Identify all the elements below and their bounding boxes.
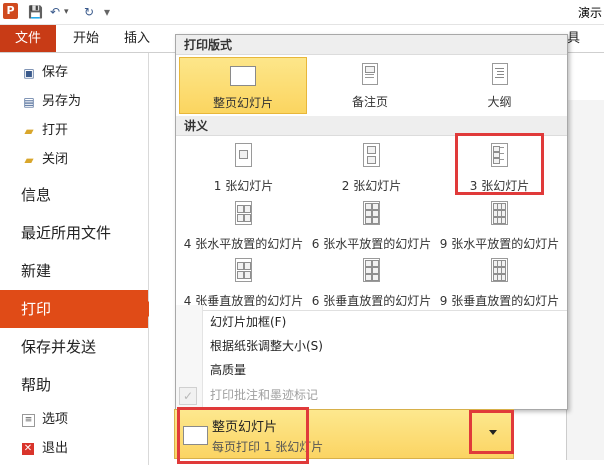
window-title: 演示 bbox=[577, 6, 602, 20]
print-layout-header: 打印版式 bbox=[176, 35, 567, 55]
layout-notes-pages[interactable]: 备注页 bbox=[307, 57, 433, 112]
combo-title: 整页幻灯片 bbox=[212, 420, 278, 435]
outline-page-icon bbox=[492, 63, 508, 85]
handout-3-icon bbox=[491, 143, 508, 167]
undo-icon[interactable]: ↶ bbox=[50, 4, 60, 20]
tab-home[interactable]: 开始 bbox=[73, 25, 99, 52]
nav-open[interactable]: ▰ 打开 bbox=[0, 117, 148, 145]
handout-4-horizontal[interactable]: 4 张水平放置的幻灯片 bbox=[179, 197, 308, 253]
handout-6-vertical[interactable]: 6 张垂直放置的幻灯片 bbox=[307, 254, 436, 310]
handout-9h-icon bbox=[491, 201, 508, 225]
nav-close[interactable]: ▰ 关闭 bbox=[0, 146, 148, 174]
nav-new[interactable]: 新建 bbox=[0, 252, 148, 290]
tab-file[interactable]: 文件 bbox=[0, 25, 56, 52]
powerpoint-app-icon[interactable]: P bbox=[3, 3, 18, 19]
checkmark-icon: ✓ bbox=[179, 387, 197, 405]
nav-print[interactable]: 打印 bbox=[0, 290, 156, 328]
handout-4-vertical[interactable]: 4 张垂直放置的幻灯片 bbox=[179, 254, 308, 310]
handout-2-slides[interactable]: 2 张幻灯片 bbox=[307, 139, 436, 195]
handout-1-slide[interactable]: 1 张幻灯片 bbox=[179, 139, 308, 195]
print-layout-combo[interactable]: 整页幻灯片 每页打印 1 张幻灯片 bbox=[174, 409, 514, 459]
chevron-down-icon[interactable]: ▾ bbox=[64, 4, 69, 20]
redo-icon[interactable]: ↻ bbox=[84, 4, 94, 20]
handout-3-slides[interactable]: 3 张幻灯片 bbox=[435, 139, 564, 195]
print-comments-option: 打印批注和墨迹标记 bbox=[210, 388, 319, 402]
print-layout-dropdown: 打印版式 整页幻灯片 备注页 大纲 讲义 1 张幻灯片 2 张幻灯片 3 张幻灯… bbox=[175, 34, 568, 410]
scale-to-fit-option[interactable]: 根据纸张调整大小(S) bbox=[210, 335, 323, 357]
layout-outline[interactable]: 大纲 bbox=[435, 57, 564, 112]
handout-9-vertical[interactable]: 9 张垂直放置的幻灯片 bbox=[435, 254, 564, 310]
tab-insert[interactable]: 插入 bbox=[124, 25, 150, 52]
nav-exit[interactable]: ✕ 退出 bbox=[0, 435, 148, 463]
handout-4h-icon bbox=[235, 201, 252, 225]
nav-recent[interactable]: 最近所用文件 bbox=[0, 214, 148, 252]
title-bar: P 💾 ↶ ▾ ↻ ▾ 演示 bbox=[0, 0, 604, 25]
handout-9v-icon bbox=[491, 258, 508, 282]
handout-6h-icon bbox=[363, 201, 380, 225]
nav-options[interactable]: ≡ 选项 bbox=[0, 406, 148, 434]
handout-1-icon bbox=[235, 143, 252, 167]
handout-2-icon bbox=[363, 143, 380, 167]
handout-4v-icon bbox=[235, 258, 252, 282]
notes-page-icon bbox=[362, 63, 378, 85]
layout-full-page-slides[interactable]: 整页幻灯片 bbox=[179, 57, 307, 114]
customize-toolbar-icon[interactable]: ▾ bbox=[104, 4, 110, 20]
backstage-nav: ▣ 保存 ▤ 另存为 ▰ 打开 ▰ 关闭 信息 最近所用文件 新建 打印 保存并… bbox=[0, 53, 156, 465]
handouts-header: 讲义 bbox=[176, 116, 567, 136]
combo-subtitle: 每页打印 1 张幻灯片 bbox=[212, 440, 324, 454]
nav-save-as[interactable]: ▤ 另存为 bbox=[0, 88, 148, 116]
high-quality-option[interactable]: 高质量 bbox=[210, 359, 246, 381]
handout-6-horizontal[interactable]: 6 张水平放置的幻灯片 bbox=[307, 197, 436, 253]
handout-9-horizontal[interactable]: 9 张水平放置的幻灯片 bbox=[435, 197, 564, 253]
options-icon: ≡ bbox=[22, 414, 35, 427]
handout-6v-icon bbox=[363, 258, 380, 282]
save-as-icon: ▤ bbox=[23, 95, 35, 109]
print-preview-edge bbox=[566, 100, 604, 460]
nav-help[interactable]: 帮助 bbox=[0, 366, 148, 404]
slide-thumbnail-icon bbox=[230, 66, 256, 86]
nav-info[interactable]: 信息 bbox=[0, 176, 148, 214]
dropdown-arrow-button[interactable] bbox=[471, 410, 512, 458]
close-folder-icon: ▰ bbox=[24, 153, 34, 167]
nav-save-and-send[interactable]: 保存并发送 bbox=[0, 328, 148, 366]
frame-slides-option[interactable]: 幻灯片加框(F) bbox=[210, 311, 286, 333]
tab-tools-partial[interactable]: 具 bbox=[567, 25, 580, 52]
open-folder-icon: ▰ bbox=[24, 124, 34, 138]
exit-icon: ✕ bbox=[22, 443, 34, 455]
chevron-down-icon bbox=[489, 430, 497, 435]
nav-save[interactable]: ▣ 保存 bbox=[0, 59, 148, 87]
save-icon: ▣ bbox=[23, 66, 35, 80]
save-icon[interactable]: 💾 bbox=[28, 4, 43, 20]
slide-thumbnail-icon bbox=[183, 426, 208, 445]
